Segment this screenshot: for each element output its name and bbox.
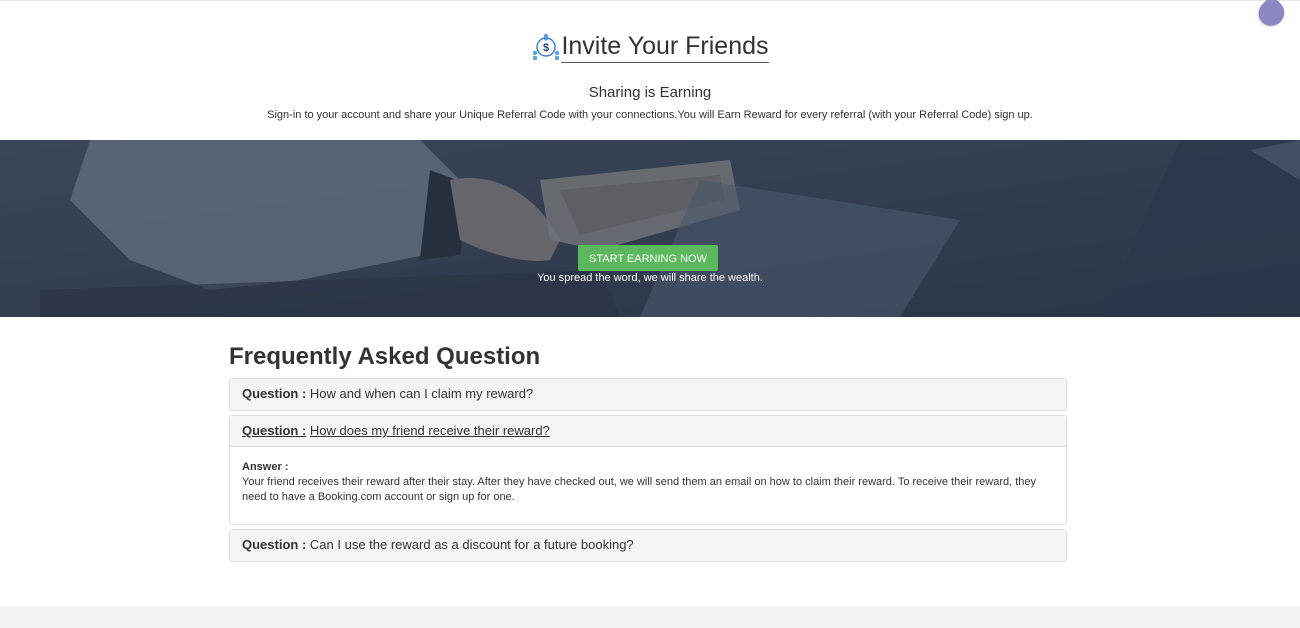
faq-answer: Answer : Your friend receives their rewa… — [230, 447, 1066, 524]
question-text: How does my friend receive their reward? — [309, 423, 550, 438]
faq-item: Question : How and when can I claim my r… — [229, 378, 1067, 411]
hero-banner: START EARNING NOW You spread the word, w… — [0, 140, 1300, 317]
title-row: $ Invite Your Friends — [0, 31, 1300, 63]
faq-question-toggle[interactable]: Question : Can I use the reward as a dis… — [230, 530, 1066, 561]
referral-description: Sign-in to your account and share your U… — [267, 109, 1033, 121]
invite-header: $ Invite Your Friends Sharing is Earning… — [0, 0, 1300, 140]
svg-text:$: $ — [543, 42, 549, 54]
start-earning-button[interactable]: START EARNING NOW — [578, 245, 718, 271]
question-text: How and when can I claim my reward? — [309, 386, 534, 401]
hero-overlay — [0, 140, 1300, 317]
hero-tagline: You spread the word, we will share the w… — [537, 272, 763, 284]
faq-section: Frequently Asked Question Question : How… — [229, 340, 1067, 566]
page-subtitle: Sharing is Earning — [588, 84, 712, 101]
question-label: Question : — [242, 537, 307, 552]
faq-item: Question : Can I use the reward as a dis… — [229, 529, 1067, 562]
question-label: Question : — [242, 423, 307, 438]
faq-question-toggle[interactable]: Question : How does my friend receive th… — [230, 416, 1066, 447]
question-text: Can I use the reward as a discount for a… — [309, 537, 634, 552]
answer-label: Answer : — [242, 461, 289, 473]
page-title: Invite Your Friends — [561, 31, 769, 63]
footer — [0, 606, 1300, 628]
faq-question-toggle[interactable]: Question : How and when can I claim my r… — [230, 379, 1066, 410]
faq-title: Frequently Asked Question — [229, 343, 541, 370]
faq-item: Question : How does my friend receive th… — [229, 415, 1067, 525]
question-label: Question : — [242, 386, 307, 401]
answer-text: Your friend receives their reward after … — [242, 476, 1037, 503]
referral-network-icon: $ — [531, 32, 561, 62]
